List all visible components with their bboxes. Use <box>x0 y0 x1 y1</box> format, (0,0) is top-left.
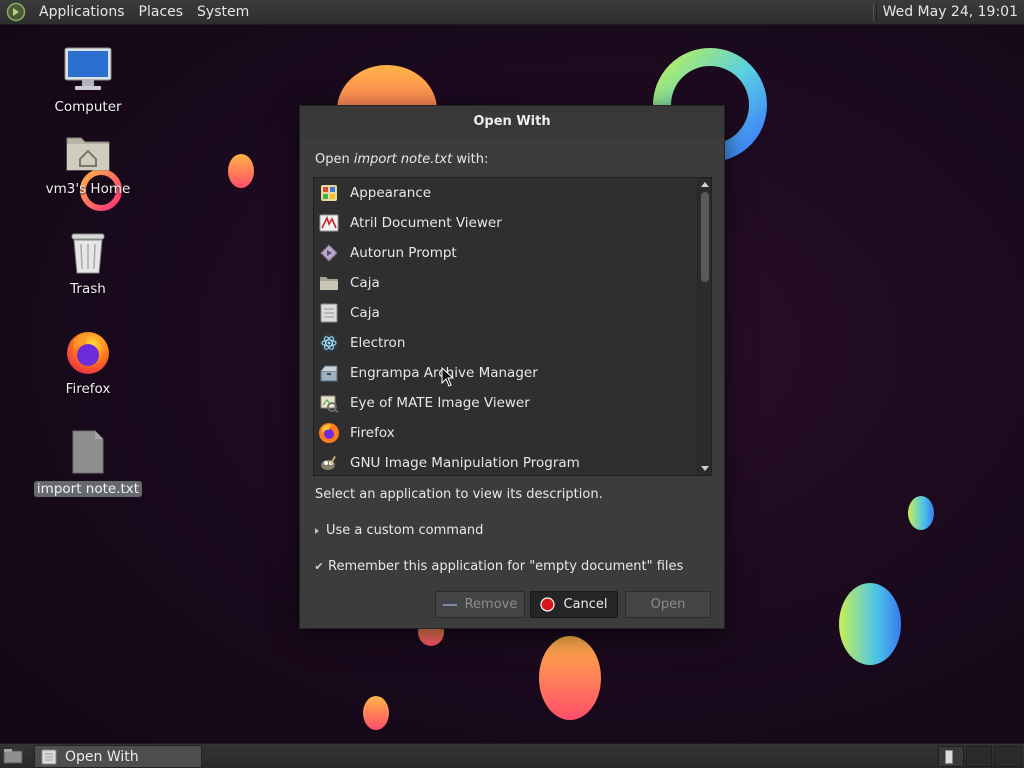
folder-icon <box>318 272 340 294</box>
trash-icon <box>62 226 114 278</box>
custom-command-expander[interactable]: Use a custom command <box>315 523 483 538</box>
remove-label: Remove <box>464 597 518 612</box>
file-manager-icon <box>318 302 340 324</box>
system-menu[interactable]: System <box>190 0 256 25</box>
firefox-icon <box>62 326 114 378</box>
prompt-file-name: import note.txt <box>353 152 453 167</box>
application-list[interactable]: Appearance Atril Document Viewer Autorun… <box>313 177 712 476</box>
app-name: Caja <box>350 275 380 291</box>
dialog-window-icon <box>41 749 57 765</box>
remember-label: Remember this application for "empty doc… <box>328 559 684 574</box>
home-folder-icon <box>62 126 114 178</box>
bottom-panel: Open With <box>0 743 1024 768</box>
checkmark-icon: ✔ <box>314 560 324 573</box>
places-menu[interactable]: Places <box>132 0 191 25</box>
clock[interactable]: Wed May 24, 19:01 <box>883 4 1024 20</box>
workspace-2[interactable] <box>966 746 992 767</box>
applications-menu[interactable]: Applications <box>32 0 132 25</box>
desktop-icon-label: import note.txt <box>33 481 143 497</box>
desktop-icon-label: Computer <box>54 99 122 115</box>
app-name: Firefox <box>350 425 395 441</box>
mouse-cursor-icon <box>441 367 455 387</box>
app-name: Electron <box>350 335 406 351</box>
autorun-icon <box>318 242 340 264</box>
taskbar-window-label: Open With <box>65 748 139 765</box>
app-name: Atril Document Viewer <box>350 215 502 231</box>
custom-command-label: Use a custom command <box>326 523 484 538</box>
text-file-icon <box>62 426 114 478</box>
dialog-title[interactable]: Open With <box>300 106 724 138</box>
open-button[interactable]: Open <box>625 591 711 618</box>
app-item-atril[interactable]: Atril Document Viewer <box>314 208 698 238</box>
remember-checkbox[interactable]: ✔ Remember this application for "empty d… <box>313 559 683 574</box>
desktop-icon-import-note[interactable]: import note.txt <box>33 426 143 497</box>
panel-separator <box>872 3 877 21</box>
app-item-engrampa[interactable]: Engrampa Archive Manager <box>314 358 698 388</box>
gimp-icon <box>318 452 340 474</box>
prompt-prefix: Open <box>315 152 354 167</box>
cancel-icon <box>540 597 556 612</box>
desktop-icon-label: Firefox <box>65 381 111 397</box>
expander-arrow-icon <box>315 527 319 534</box>
scroll-thumb[interactable] <box>701 192 709 282</box>
desktop-icon-firefox[interactable]: Firefox <box>38 326 138 397</box>
desktop-icon-label: vm3's Home <box>45 181 131 197</box>
mate-logo-icon[interactable] <box>6 2 26 22</box>
show-desktop-icon[interactable] <box>3 748 23 764</box>
app-item-electron[interactable]: Electron <box>314 328 698 358</box>
cancel-label: Cancel <box>563 597 608 612</box>
app-name: Eye of MATE Image Viewer <box>350 395 530 411</box>
scroll-down-icon[interactable] <box>701 466 709 471</box>
open-prompt: Open import note.txt with: <box>315 152 488 167</box>
open-label: Open <box>650 597 686 612</box>
app-name: Appearance <box>350 185 432 201</box>
taskbar-window-open-with[interactable]: Open With <box>34 745 202 768</box>
remove-button[interactable]: Remove <box>435 591 525 618</box>
workspace-3[interactable] <box>994 746 1022 767</box>
desktop-icon-trash[interactable]: Trash <box>38 226 138 297</box>
scroll-up-icon[interactable] <box>701 182 709 187</box>
app-name: Caja <box>350 305 380 321</box>
desktop-icon-computer[interactable]: Computer <box>38 44 138 115</box>
app-item-appearance[interactable]: Appearance <box>314 178 698 208</box>
archive-icon <box>318 362 340 384</box>
remove-icon <box>442 603 457 607</box>
appearance-icon <box>318 182 340 204</box>
image-viewer-icon <box>318 392 340 414</box>
app-item-eye-of-mate[interactable]: Eye of MATE Image Viewer <box>314 388 698 418</box>
prompt-suffix: with: <box>452 152 489 167</box>
app-item-gimp[interactable]: GNU Image Manipulation Program <box>314 448 698 475</box>
desktop-icon-home[interactable]: vm3's Home <box>38 126 138 197</box>
app-item-caja-folder[interactable]: Caja <box>314 268 698 298</box>
app-name: GNU Image Manipulation Program <box>350 455 580 471</box>
electron-icon <box>318 332 340 354</box>
app-item-caja-file-manager[interactable]: Caja <box>314 298 698 328</box>
workspace-1[interactable] <box>938 746 964 767</box>
app-item-autorun-prompt[interactable]: Autorun Prompt <box>314 238 698 268</box>
app-name: Autorun Prompt <box>350 245 457 261</box>
atril-icon <box>318 212 340 234</box>
app-item-firefox[interactable]: Firefox <box>314 418 698 448</box>
computer-icon <box>62 44 114 96</box>
workspace-window-thumb <box>945 750 953 764</box>
desktop-icon-label: Trash <box>70 281 106 297</box>
app-description: Select an application to view its descri… <box>315 487 603 502</box>
firefox-icon <box>318 422 340 444</box>
app-list-scrollbar[interactable] <box>697 178 711 475</box>
cancel-button[interactable]: Cancel <box>530 591 618 618</box>
top-panel: Applications Places System Wed May 24, 1… <box>0 0 1024 25</box>
open-with-dialog: Open With Open import note.txt with: App… <box>299 105 725 629</box>
